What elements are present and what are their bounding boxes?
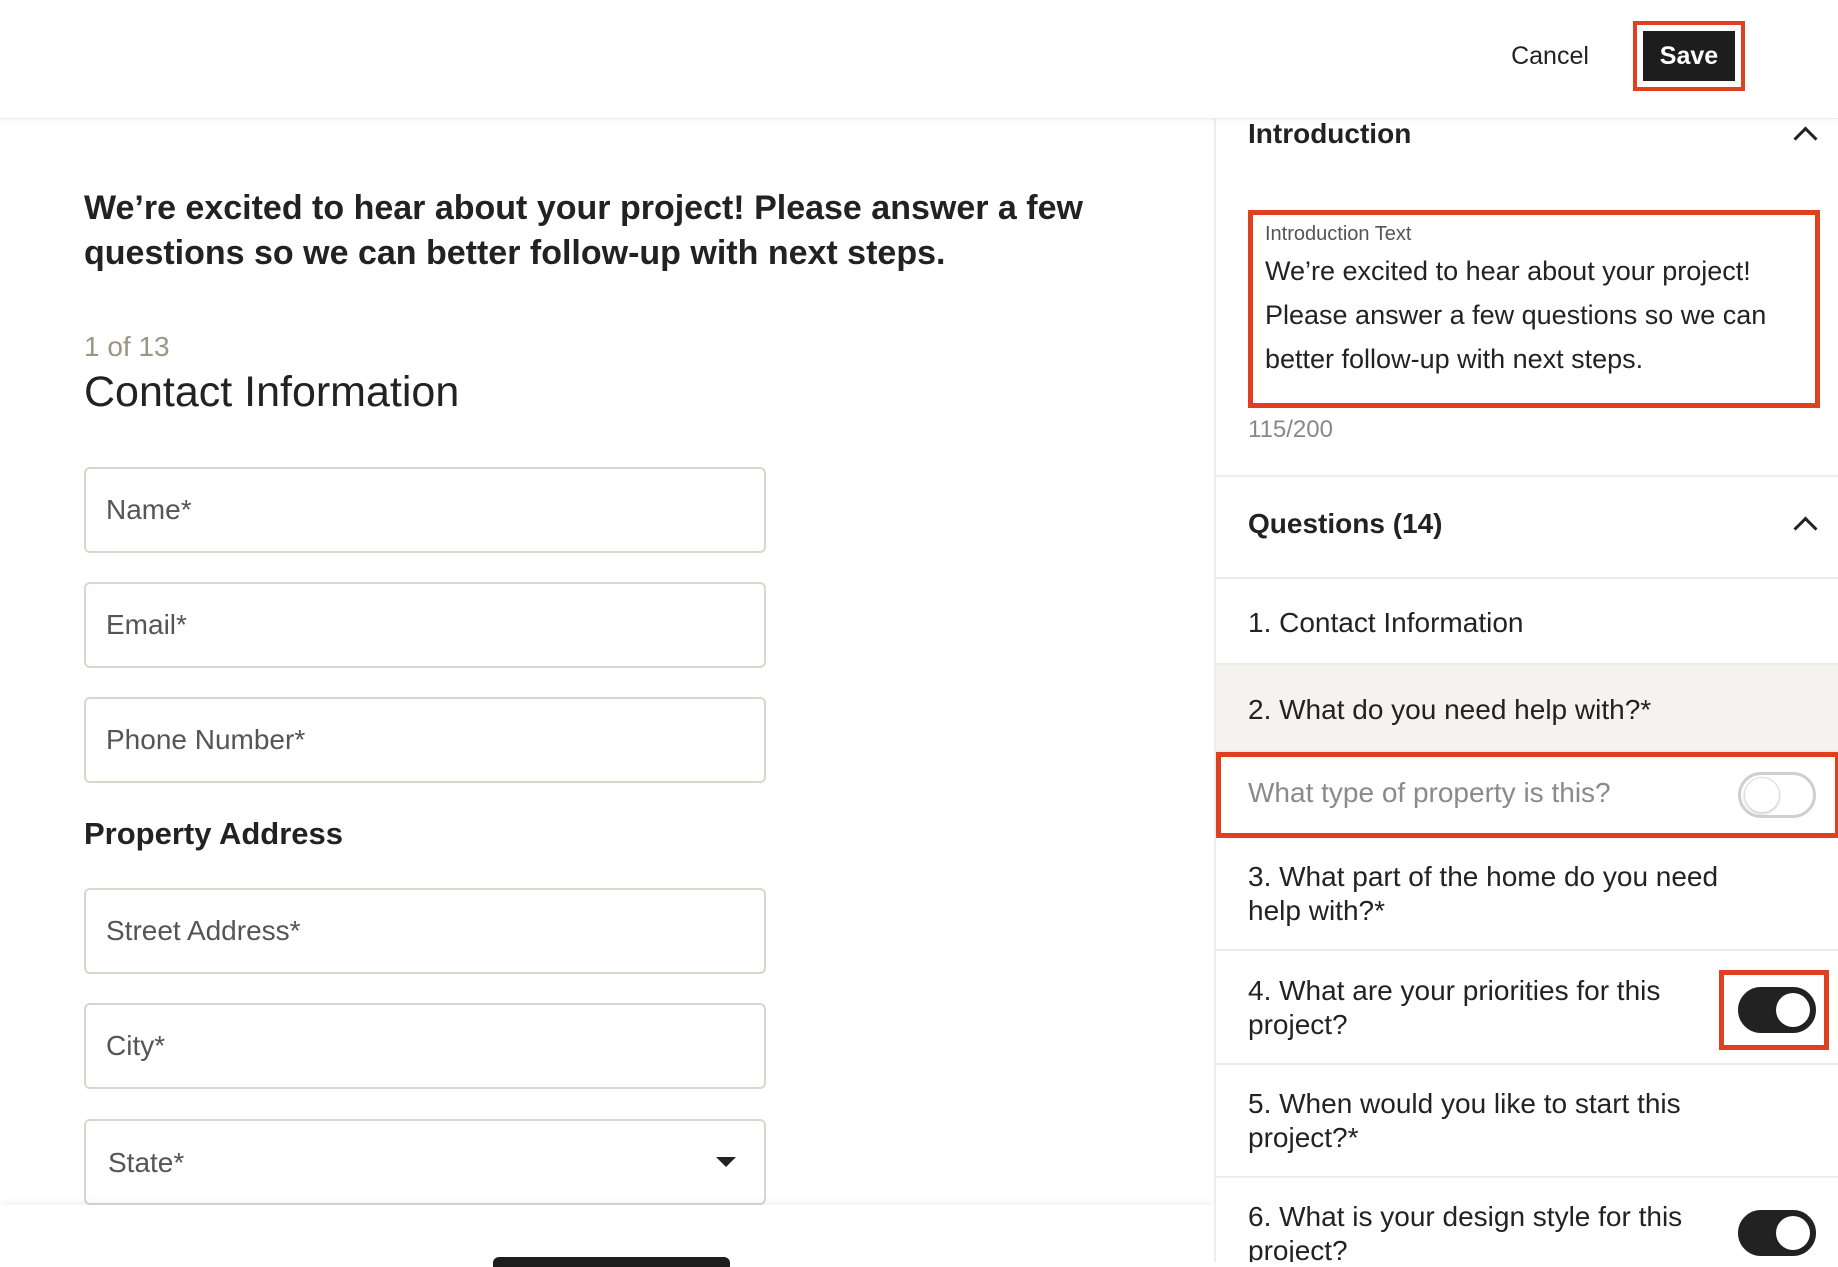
save-button[interactable]: Save [1643,31,1735,81]
toggle-knob [1744,777,1780,813]
sub-question-property-type[interactable]: What type of property is this? [1216,752,1838,838]
bottom-bar [0,1205,1214,1267]
form-preview: We’re excited to hear about your project… [0,118,1214,1262]
intro-text: We’re excited to hear about your project… [84,189,1083,272]
email-field [84,582,766,668]
character-counter: 115/200 [1248,416,1333,443]
section-title: Contact Information [84,368,460,416]
street-input[interactable] [86,890,764,972]
name-input[interactable] [86,469,764,551]
section-divider [1216,475,1838,477]
phone-input[interactable] [86,699,764,781]
question-label: 3. What part of the home do you need hel… [1248,861,1719,926]
design-style-toggle[interactable] [1738,1210,1816,1256]
cancel-button[interactable]: Cancel [1490,35,1610,77]
introduction-textarea[interactable]: Introduction Text We’re excited to hear … [1248,210,1820,408]
question-label: 5. When would you like to start this pro… [1248,1088,1681,1153]
introduction-accordion-header[interactable]: Introduction [1216,118,1838,208]
state-select-label: State* [108,1147,185,1178]
questions-title: Questions (14) [1248,508,1443,539]
sub-question-label: What type of property is this? [1248,777,1611,808]
chevron-up-icon [1793,126,1818,151]
property-type-toggle[interactable] [1738,772,1816,818]
question-label: 1. Contact Information [1248,607,1524,638]
settings-panel: Introduction Introduction Text We’re exc… [1214,118,1838,1262]
phone-field [84,697,766,783]
next-button[interactable] [493,1257,730,1267]
caret-down-icon [716,1157,736,1167]
step-indicator: 1 of 13 [84,331,170,362]
street-field [84,888,766,974]
questions-accordion-header[interactable]: Questions (14) [1216,478,1838,568]
city-field [84,1003,766,1089]
top-bar: Cancel Save [0,0,1838,119]
question-item-2[interactable]: 2. What do you need help with?* [1216,665,1838,752]
chevron-up-icon [1793,516,1818,541]
question-label: 6. What is your design style for this pr… [1248,1201,1683,1262]
question-label: 4. What are your priorities for this pro… [1248,975,1661,1040]
question-item-5[interactable]: 5. When would you like to start this pro… [1216,1065,1838,1178]
introduction-title: Introduction [1248,118,1412,149]
priorities-toggle[interactable] [1738,987,1816,1033]
introduction-field-value: We’re excited to hear about your project… [1265,256,1767,374]
toggle-knob [1776,1216,1810,1250]
email-input[interactable] [86,584,764,666]
introduction-field-label: Introduction Text [1265,223,1412,245]
name-field [84,467,766,553]
state-select[interactable]: State* [84,1119,766,1205]
toggle-knob [1776,993,1810,1027]
question-label: 2. What do you need help with?* [1248,694,1652,725]
question-item-1[interactable]: 1. Contact Information [1216,579,1838,665]
question-item-3[interactable]: 3. What part of the home do you need hel… [1216,838,1838,951]
property-address-title: Property Address [84,816,343,851]
city-input[interactable] [86,1005,764,1087]
